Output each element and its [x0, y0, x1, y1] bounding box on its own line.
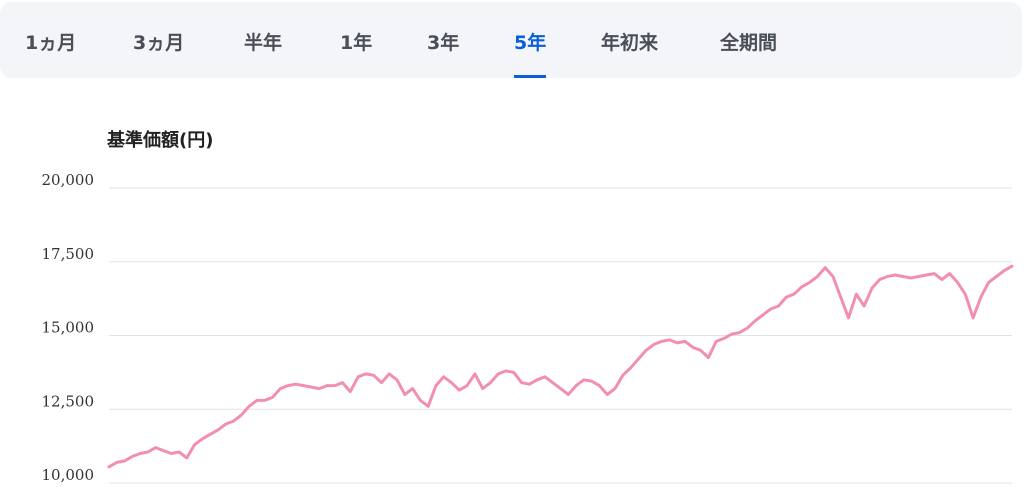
y-tick-label: 17,500 [42, 245, 95, 263]
series-line-0 [107, 264, 1014, 469]
y-tick-label: 12,500 [42, 392, 95, 410]
y-tick-label: 20,000 [42, 171, 95, 189]
y-tick-label: 15,000 [42, 319, 95, 337]
nav-price-chart: 10,000 12,500 15,000 17,500 20,000 [42, 171, 1014, 484]
y-tick-label: 10,000 [42, 466, 95, 484]
